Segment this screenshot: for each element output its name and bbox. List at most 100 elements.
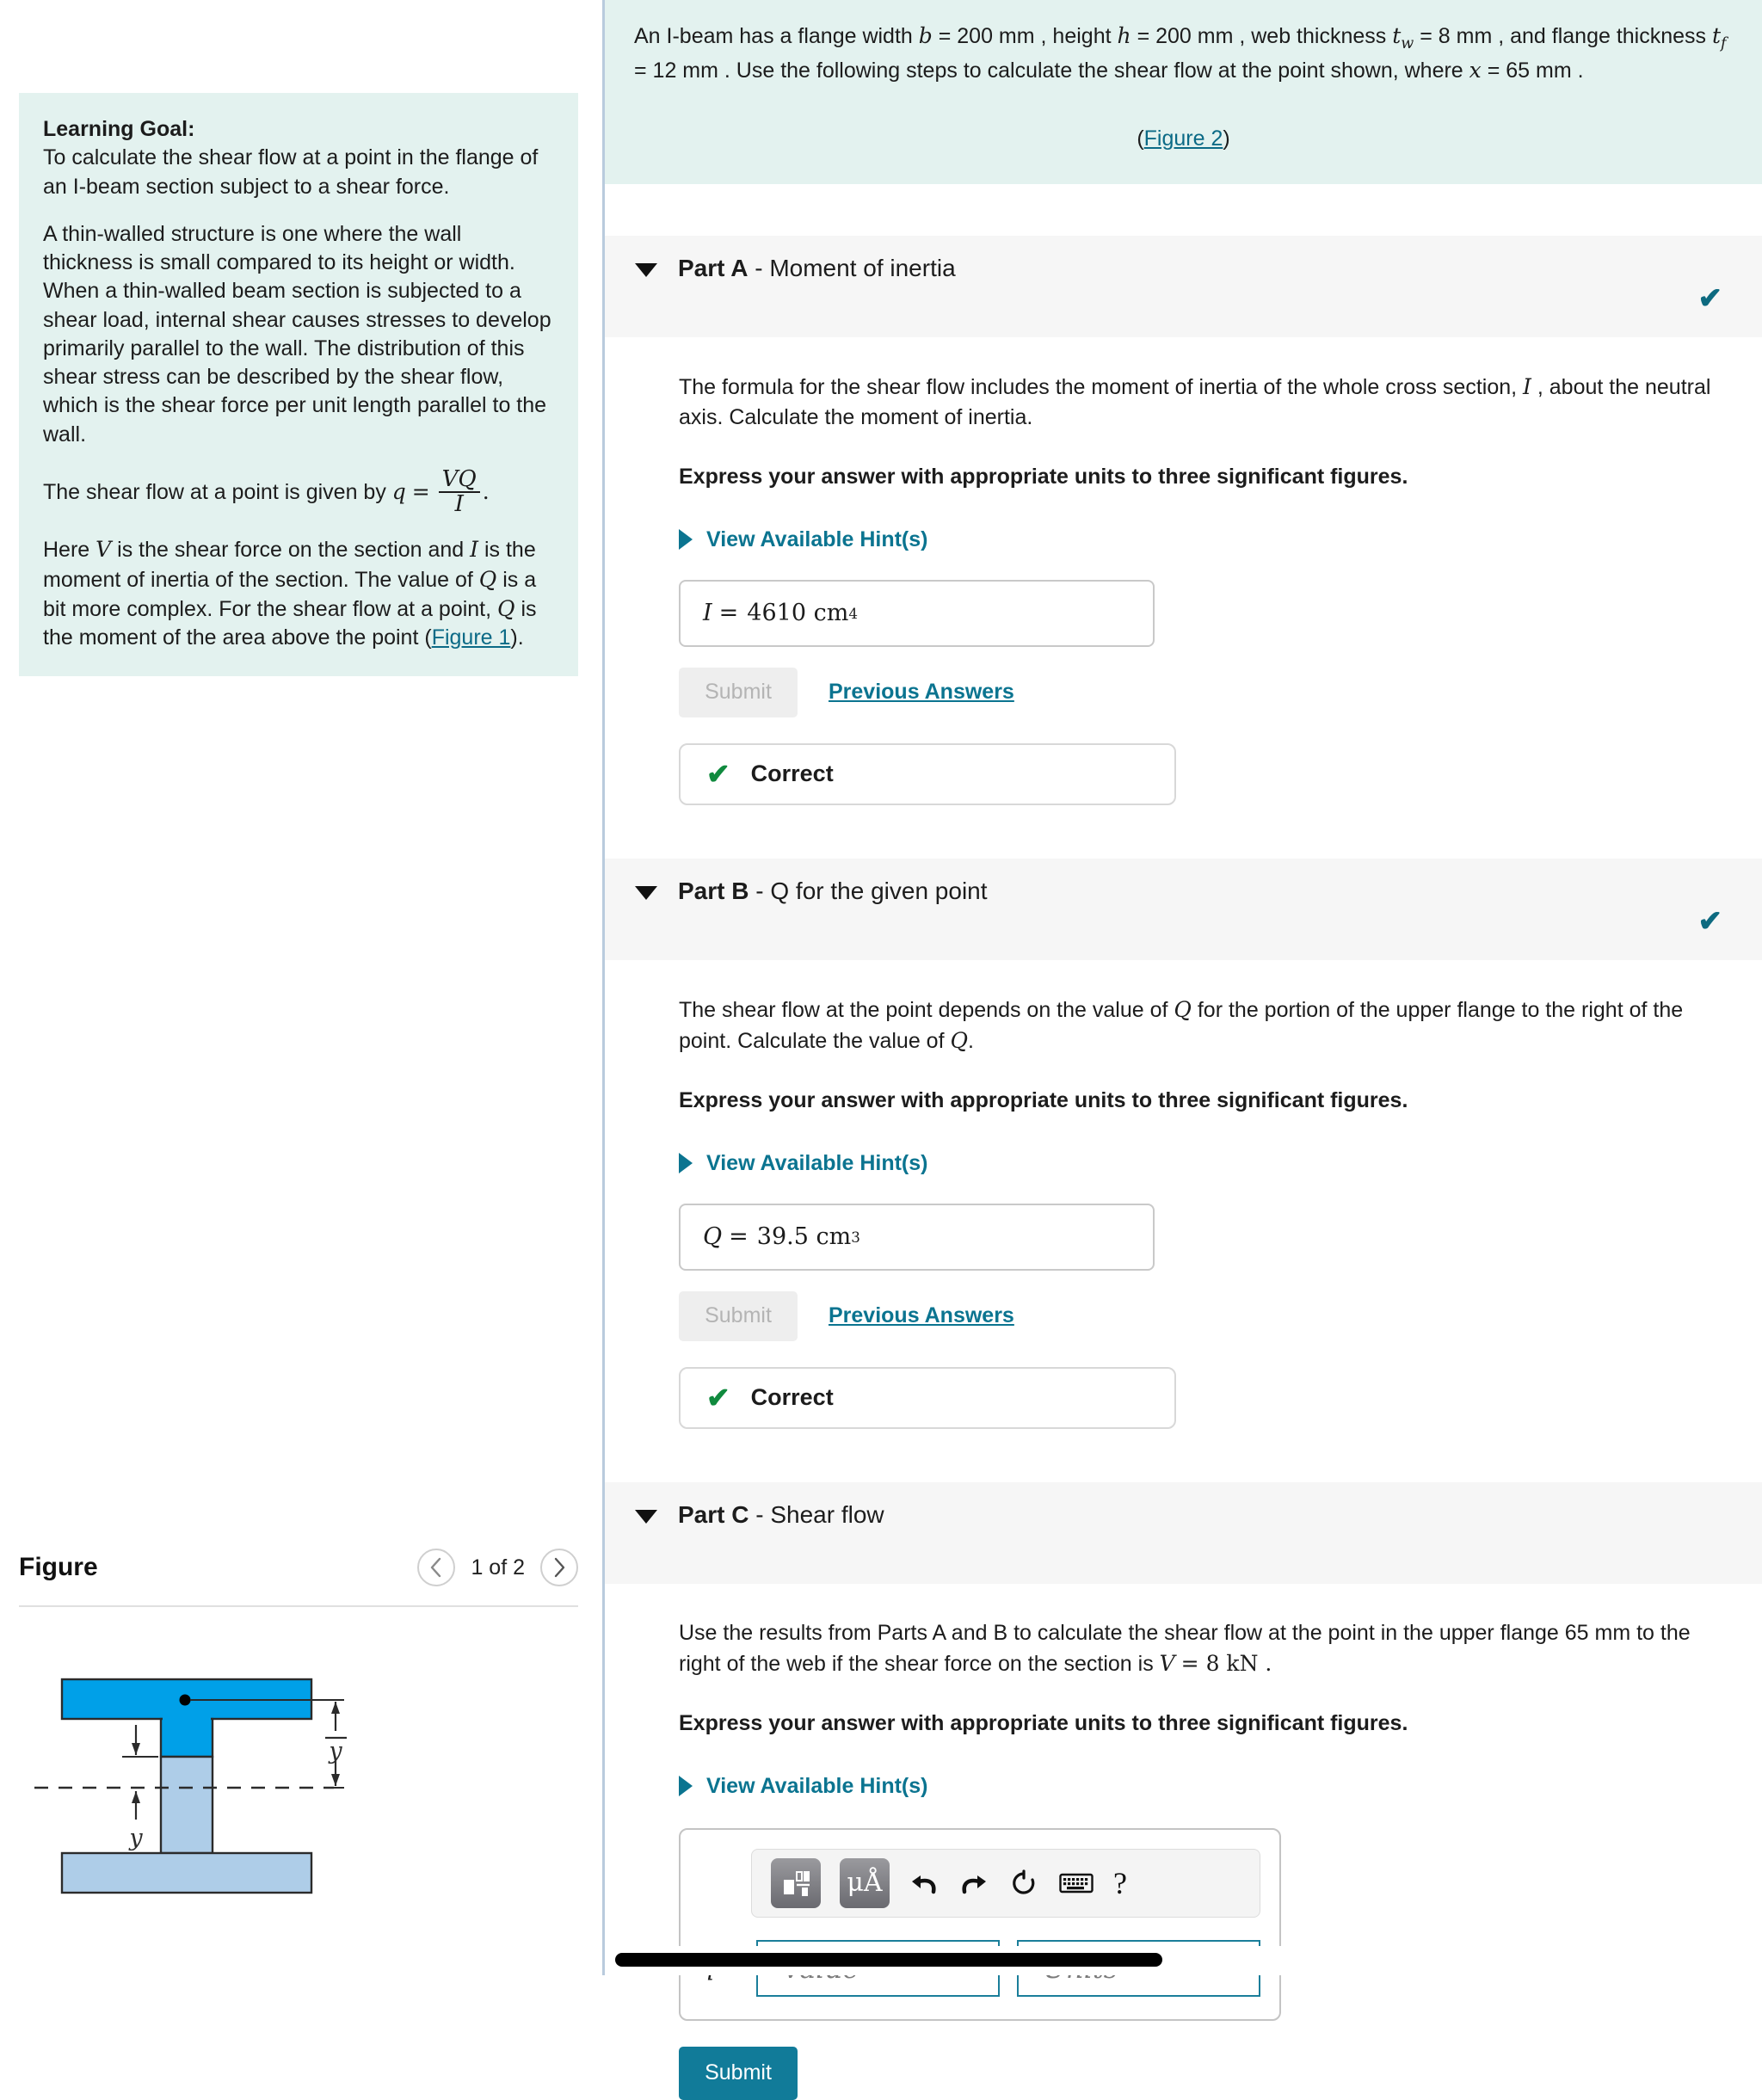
part-c-desc-b: = 8 kN . bbox=[1180, 1651, 1272, 1677]
part-a-answer-field[interactable]: I = 4610 cm 4 bbox=[679, 579, 1155, 647]
horizontal-scrollbar-thumb[interactable] bbox=[615, 1953, 1162, 1967]
q-t5: = 12 mm . Use the following steps to cal… bbox=[634, 58, 1463, 83]
caret-down-icon[interactable] bbox=[635, 1509, 657, 1524]
lower-web-shape bbox=[159, 1755, 214, 1855]
symbol-q-1: Q bbox=[478, 566, 497, 592]
check-icon: ✔ bbox=[706, 758, 730, 791]
formula-lead: The shear flow at a point is given by bbox=[43, 479, 386, 504]
part-a-answer-symbol: I bbox=[703, 600, 712, 627]
part-b-express-instruction: Express your answer with appropriate uni… bbox=[679, 1087, 1408, 1112]
q-t2: = 200 mm , height bbox=[938, 24, 1112, 48]
part-b-description: The shear flow at the point depends on t… bbox=[679, 995, 1728, 1057]
keyboard-glyph bbox=[1059, 1873, 1094, 1894]
reset-glyph bbox=[1013, 1869, 1035, 1894]
part-a-answer-equals: = bbox=[718, 600, 739, 627]
template-icon[interactable] bbox=[771, 1857, 821, 1908]
part-a-complete-check-icon: ✔ bbox=[1697, 281, 1723, 315]
reset-icon[interactable] bbox=[1008, 1868, 1039, 1899]
expl-a: Here bbox=[43, 538, 90, 563]
units-icon[interactable]: μÅ bbox=[840, 1857, 890, 1908]
fraction-denominator: I bbox=[438, 491, 480, 516]
part-b-answer-equals: = bbox=[729, 1223, 749, 1251]
part-c-subtitle: Shear flow bbox=[770, 1500, 884, 1528]
i-beam-cross-section-diagram: y y bbox=[34, 1678, 347, 1894]
part-a-status-label: Correct bbox=[750, 761, 834, 787]
figure-1-link[interactable]: Figure 1 bbox=[432, 625, 511, 650]
part-b-desc-a: The shear flow at the point depends on t… bbox=[679, 997, 1168, 1022]
part-a-answer-value: 4610 cm bbox=[747, 600, 849, 627]
part-b-status-badge: ✔ Correct bbox=[679, 1366, 1176, 1429]
part-c-dash: - bbox=[755, 1500, 764, 1528]
undo-icon[interactable] bbox=[909, 1868, 940, 1899]
figure-panel: Figure 1 of 2 y y bbox=[19, 1549, 578, 1906]
figure-prev-button[interactable] bbox=[417, 1549, 456, 1586]
part-c-header[interactable]: Part C - Shear flow bbox=[605, 1481, 1762, 1584]
paren-close: ) bbox=[1223, 126, 1230, 151]
part-a-subtitle: Moment of inertia bbox=[769, 254, 956, 281]
symbol-x: x bbox=[1469, 57, 1482, 83]
symbol-i-inline: I bbox=[1523, 373, 1531, 399]
label-y-bar: y bbox=[328, 1738, 342, 1764]
units-glyph: μÅ bbox=[847, 1867, 883, 1898]
part-b-dash: - bbox=[755, 877, 764, 904]
part-a-section: Part A - Moment of inertia ✔ The formula… bbox=[605, 235, 1762, 805]
figure-pagination: 1 of 2 bbox=[417, 1549, 578, 1586]
figure-next-button[interactable] bbox=[540, 1549, 578, 1586]
expl-b: is the shear force on the section and bbox=[117, 538, 465, 563]
part-c-hints-toggle[interactable]: View Available Hint(s) bbox=[679, 1774, 1728, 1799]
chevron-right-icon bbox=[554, 1557, 565, 1578]
symbol-q-inline-2: Q bbox=[950, 1028, 969, 1054]
part-b-submit-row: Submit Previous Answers bbox=[679, 1290, 1728, 1341]
figure-title: Figure bbox=[19, 1553, 98, 1581]
part-b-answer-value: 39.5 cm bbox=[756, 1223, 852, 1251]
help-icon[interactable]: ? bbox=[1113, 1865, 1127, 1901]
undo-glyph bbox=[912, 1875, 936, 1894]
part-a-answer-exponent: 4 bbox=[848, 604, 858, 622]
caret-right-icon bbox=[679, 1776, 693, 1797]
figure-2-link[interactable]: Figure 2 bbox=[1144, 126, 1223, 151]
label-y: y bbox=[128, 1825, 143, 1851]
part-b-previous-answers-link[interactable]: Previous Answers bbox=[829, 1303, 1014, 1328]
part-c-section: Part C - Shear flow Use the results from… bbox=[605, 1481, 1762, 2100]
lower-flange-shape bbox=[60, 1851, 313, 1894]
redo-icon[interactable] bbox=[958, 1868, 989, 1899]
symbol-tf: tf bbox=[1711, 23, 1727, 52]
part-a-header[interactable]: Part A - Moment of inertia ✔ bbox=[605, 235, 1762, 337]
part-a-submit-button[interactable]: Submit bbox=[679, 667, 798, 717]
variable-explanation-paragraph: Here V is the shear force on the section… bbox=[43, 535, 554, 652]
caret-down-icon[interactable] bbox=[635, 885, 657, 900]
symbol-b: b bbox=[918, 23, 933, 48]
part-b-submit-button[interactable]: Submit bbox=[679, 1290, 798, 1341]
part-a-hints-toggle[interactable]: View Available Hint(s) bbox=[679, 527, 1728, 552]
part-a-hints-label: View Available Hint(s) bbox=[706, 527, 928, 551]
symbol-v-inline: V bbox=[1159, 1651, 1175, 1677]
q-t4: = 8 mm , and flange thickness bbox=[1420, 24, 1707, 48]
shear-flow-formula-paragraph: The shear flow at a point is given by q … bbox=[43, 465, 554, 517]
learning-goal-text: To calculate the shear flow at a point i… bbox=[43, 145, 539, 199]
part-a-previous-answers-link[interactable]: Previous Answers bbox=[829, 680, 1014, 705]
web-joint-mask-top bbox=[163, 1717, 211, 1721]
part-c-description: Use the results from Parts A and B to ca… bbox=[679, 1618, 1728, 1680]
part-c-submit-button[interactable]: Submit bbox=[679, 2046, 798, 2100]
template-glyph bbox=[784, 1870, 810, 1896]
part-b-label: Part B bbox=[678, 877, 749, 904]
figure-image-area: y y bbox=[19, 1607, 578, 1906]
part-b-hints-toggle[interactable]: View Available Hint(s) bbox=[679, 1151, 1728, 1176]
part-b-header[interactable]: Part B - Q for the given point ✔ bbox=[605, 858, 1762, 960]
part-c-hints-label: View Available Hint(s) bbox=[706, 1773, 928, 1798]
keyboard-icon[interactable] bbox=[1058, 1868, 1094, 1899]
part-b-answer-field[interactable]: Q = 39.5 cm 3 bbox=[679, 1203, 1155, 1271]
problem-statement-box: An I-beam has a flange width b = 200 mm … bbox=[605, 0, 1762, 184]
fraction-numerator: VQ bbox=[441, 465, 477, 492]
learning-goal-title: Learning Goal: bbox=[43, 117, 195, 141]
part-b-section: Part B - Q for the given point ✔ The she… bbox=[605, 858, 1762, 1429]
part-c-title: Part C - Shear flow bbox=[678, 1501, 884, 1529]
caret-down-icon[interactable] bbox=[635, 262, 657, 277]
part-a-status-badge: ✔ Correct bbox=[679, 742, 1176, 805]
part-a-submit-row: Submit Previous Answers bbox=[679, 667, 1728, 717]
learning-goal-intro: Learning Goal: To calculate the shear fl… bbox=[43, 115, 554, 201]
thin-wall-paragraph: A thin-walled structure is one where the… bbox=[43, 221, 551, 446]
part-b-answer-symbol: Q bbox=[703, 1223, 723, 1251]
ybar-arrowhead-down bbox=[331, 1774, 340, 1786]
figure-page-count: 1 of 2 bbox=[471, 1555, 525, 1580]
